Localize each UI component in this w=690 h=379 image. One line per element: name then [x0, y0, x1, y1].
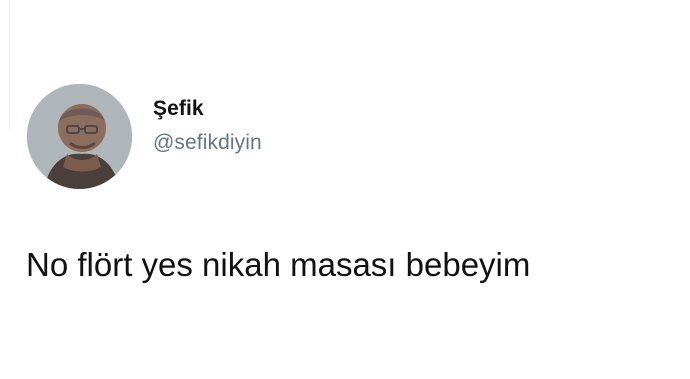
tweet-text: No flört yes nikah masası bebeyim — [26, 246, 531, 283]
divider — [0, 0, 10, 130]
tweet-card: Şefik @sefikdiyin No flört yes nikah mas… — [0, 0, 690, 379]
username-handle[interactable]: @sefikdiyin — [153, 130, 262, 156]
display-name[interactable]: Şefik — [153, 96, 262, 122]
avatar[interactable] — [27, 84, 132, 189]
author-info: Şefik @sefikdiyin — [153, 96, 262, 156]
